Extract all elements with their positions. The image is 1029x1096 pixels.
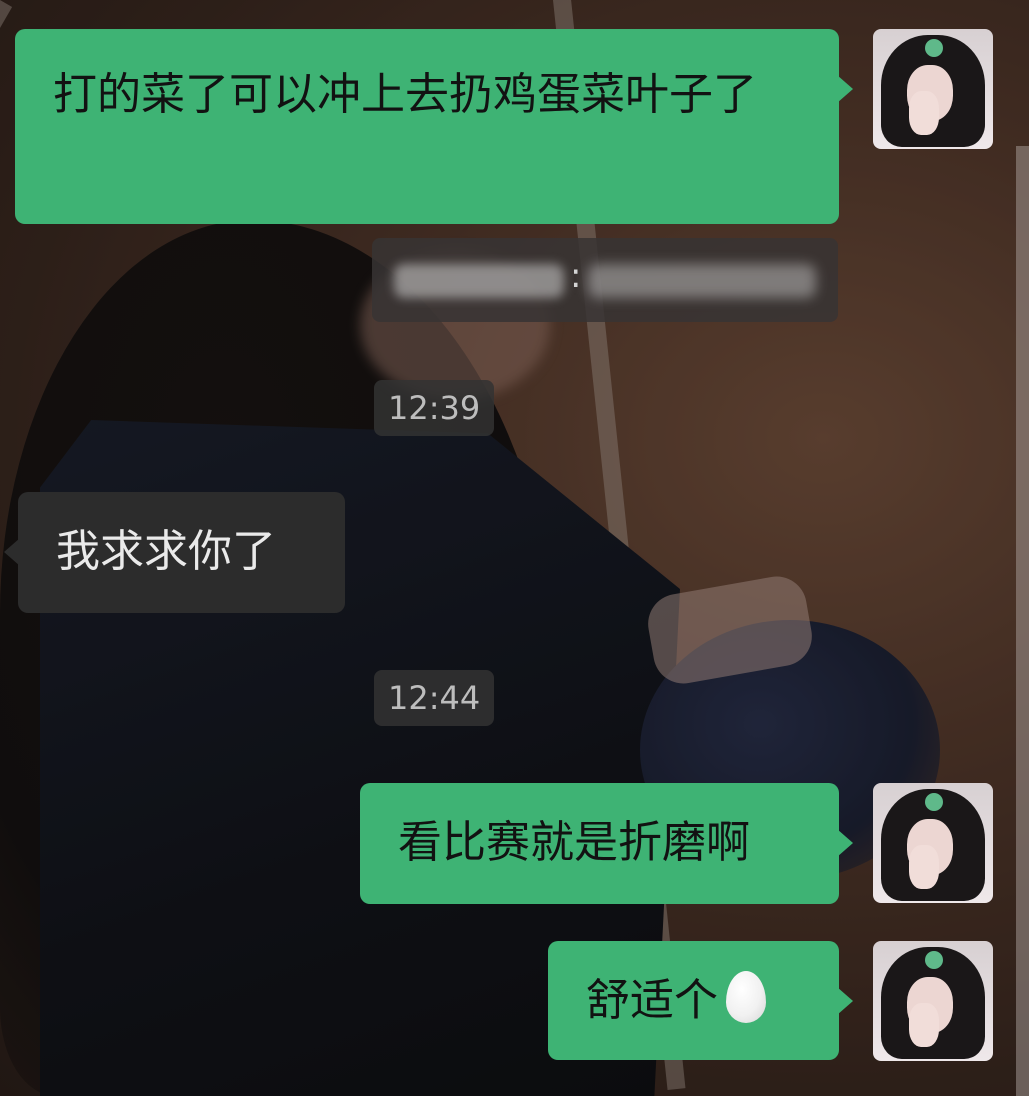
timestamp: 12:39 (374, 380, 495, 436)
chat-scrollbar[interactable] (1016, 146, 1029, 1096)
avatar-hand (909, 91, 939, 135)
bubble-tail (837, 987, 853, 1015)
message-text: 我求求你了 (56, 526, 276, 577)
outgoing-message-bubble[interactable]: 舒适个 (548, 941, 853, 1060)
avatar-hand (909, 1003, 939, 1047)
blurred-system-notice: : (372, 238, 838, 322)
bubble-tail (837, 829, 853, 857)
egg-emoji-icon (726, 971, 766, 1023)
bubble-tail (837, 75, 853, 103)
blurred-name (394, 264, 564, 298)
avatar-hair-clip (925, 951, 943, 969)
outgoing-message-bubble[interactable]: 看比赛就是折磨啊 (360, 783, 853, 904)
avatar-hair-clip (925, 793, 943, 811)
timestamp: 12:44 (374, 670, 495, 726)
my-avatar[interactable] (873, 783, 993, 903)
avatar-hand (909, 845, 939, 889)
message-text: 舒适个 (586, 975, 718, 1026)
notice-colon: : (570, 256, 582, 296)
message-text: 看比赛就是折磨啊 (398, 817, 750, 868)
incoming-message-bubble[interactable]: 我求求你了 (4, 492, 345, 613)
blurred-notice-text (588, 264, 816, 298)
my-avatar[interactable] (873, 29, 993, 149)
avatar-hair-clip (925, 39, 943, 57)
message-text: 打的菜了可以冲上去扔鸡蛋菜叶子了 (53, 69, 757, 120)
outgoing-message-bubble[interactable]: 打的菜了可以冲上去扔鸡蛋菜叶子了 (15, 29, 853, 224)
my-avatar[interactable] (873, 941, 993, 1061)
bubble-tail (4, 538, 20, 566)
